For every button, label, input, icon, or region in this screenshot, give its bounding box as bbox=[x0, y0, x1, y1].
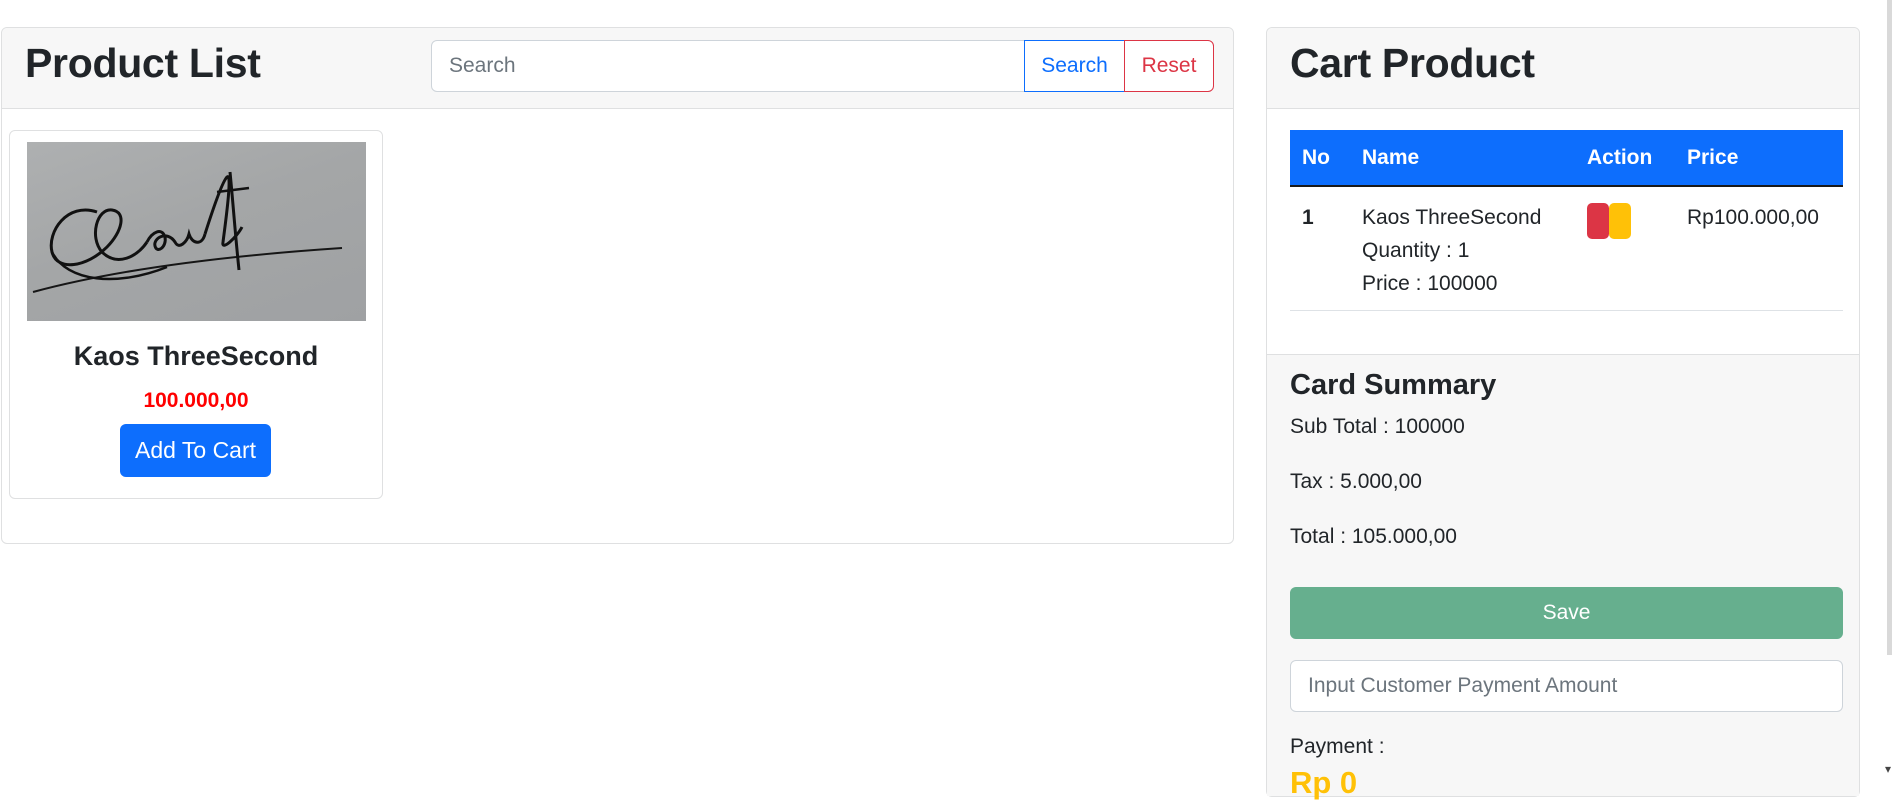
column-header-price: Price bbox=[1675, 130, 1843, 187]
cart-title: Cart Product bbox=[1290, 40, 1535, 86]
product-image[interactable] bbox=[27, 142, 366, 321]
scroll-down-icon[interactable]: ▾ bbox=[1885, 762, 1891, 776]
save-button[interactable]: Save bbox=[1290, 587, 1843, 639]
cart-item-quantity: Quantity : 1 bbox=[1362, 239, 1470, 262]
page-title: Product List bbox=[25, 40, 261, 86]
table-row: 1 Kaos ThreeSecond Quantity : 1 Price : … bbox=[1290, 186, 1843, 311]
cart-header: Cart Product bbox=[1267, 28, 1859, 109]
cart-item-name: Kaos ThreeSecond bbox=[1362, 206, 1542, 229]
column-header-no: No bbox=[1290, 130, 1350, 187]
product-card: Kaos ThreeSecond 100.000,00 Add To Cart bbox=[9, 130, 383, 499]
payment-label: Payment : bbox=[1290, 735, 1385, 758]
page-scrollbar[interactable] bbox=[1887, 0, 1892, 655]
row-action-cell bbox=[1575, 186, 1675, 311]
cart-card: Cart Product No Name Action Price 1 Kaos… bbox=[1266, 27, 1860, 800]
delete-item-button[interactable] bbox=[1587, 203, 1609, 239]
column-header-action: Action bbox=[1575, 130, 1675, 187]
tax: Tax : 5.000,00 bbox=[1290, 470, 1422, 493]
row-name-cell: Kaos ThreeSecond Quantity : 1 Price : 10… bbox=[1350, 186, 1575, 311]
payment-amount-input[interactable] bbox=[1290, 660, 1843, 712]
payment-value: Rp 0 bbox=[1290, 765, 1358, 800]
total: Total : 105.000,00 bbox=[1290, 525, 1457, 548]
row-price: Rp100.000,00 bbox=[1675, 186, 1843, 311]
product-list-card: Product List Search Reset Kaos ThreeSeco… bbox=[1, 27, 1234, 544]
cart-table-header-row: No Name Action Price bbox=[1290, 130, 1843, 187]
row-number: 1 bbox=[1290, 186, 1350, 311]
cart-table: No Name Action Price 1 Kaos ThreeSecond … bbox=[1290, 130, 1843, 311]
edit-item-button[interactable] bbox=[1609, 203, 1631, 239]
cart-summary: Card Summary Sub Total : 100000 Tax : 5.… bbox=[1267, 354, 1859, 800]
signature-image bbox=[32, 171, 343, 293]
search-button[interactable]: Search bbox=[1024, 40, 1125, 92]
search-input[interactable] bbox=[431, 40, 1025, 92]
sub-total: Sub Total : 100000 bbox=[1290, 415, 1465, 438]
product-name: Kaos ThreeSecond bbox=[73, 341, 319, 371]
summary-title: Card Summary bbox=[1290, 369, 1497, 401]
reset-button[interactable]: Reset bbox=[1124, 40, 1214, 92]
column-header-name: Name bbox=[1350, 130, 1575, 187]
product-price: 100.000,00 bbox=[143, 389, 249, 412]
add-to-cart-button[interactable]: Add To Cart bbox=[120, 424, 271, 477]
cart-item-unit-price: Price : 100000 bbox=[1362, 272, 1498, 295]
